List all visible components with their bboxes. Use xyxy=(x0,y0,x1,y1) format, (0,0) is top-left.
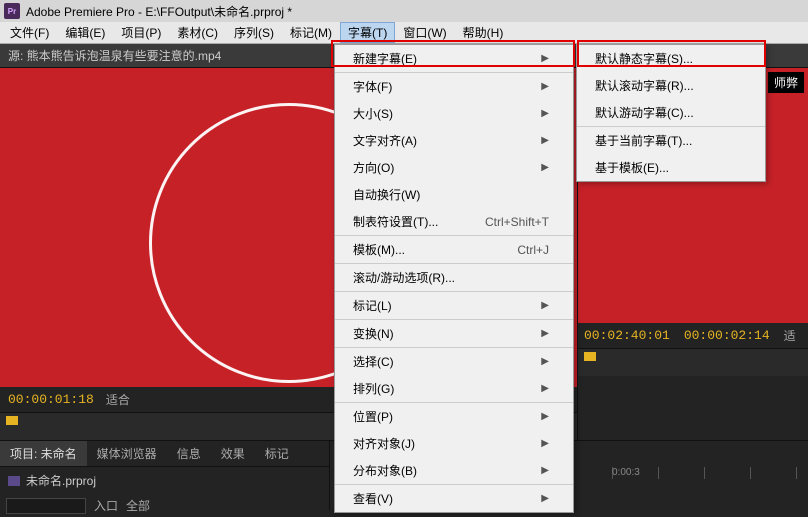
tab-info[interactable]: 信息 xyxy=(167,441,211,466)
chevron-right-icon: ▶ xyxy=(541,493,549,504)
chevron-right-icon: ▶ xyxy=(541,411,549,422)
tab-media-browser[interactable]: 媒体浏览器 xyxy=(87,441,167,466)
overlay-label: 师弊 xyxy=(768,72,804,93)
title-menu-item-7[interactable]: 模板(M)...Ctrl+J xyxy=(335,235,573,263)
project-filename: 未命名.prproj xyxy=(26,472,96,489)
title-menu-label-15: 分布对象(B) xyxy=(353,462,417,479)
tab-effects[interactable]: 效果 xyxy=(211,441,255,466)
title-menu-label-13: 位置(P) xyxy=(353,408,393,425)
chevron-right-icon: ▶ xyxy=(541,300,549,311)
title-menu-dropdown: 新建字幕(E) ▶ 字体(F) ▶ 大小(S) ▶ 文字对齐(A) ▶ 方向(O) ▶ 自动换行(W… xyxy=(334,44,574,513)
title-menu-label-8: 滚动/游动选项(R)... xyxy=(353,269,455,286)
menu-edit[interactable]: 编辑(E) xyxy=(57,22,113,43)
title-bar: Pr Adobe Premiere Pro - E:\FFOutput\未命名.… xyxy=(0,0,808,22)
chevron-right-icon: ▶ xyxy=(541,162,549,173)
window-title: Adobe Premiere Pro - E:\FFOutput\未命名.prp… xyxy=(26,3,292,20)
title-menu-item-6[interactable]: 制表符设置(T)...Ctrl+Shift+T xyxy=(335,208,573,235)
title-menu-item-13[interactable]: 位置(P) ▶ xyxy=(335,402,573,430)
premiere-icon: Pr xyxy=(4,3,20,19)
project-tabs: 项目: 未命名 媒体浏览器 信息 效果 标记 xyxy=(0,441,329,467)
title-menu-label-9: 标记(L) xyxy=(353,297,392,314)
menu-marker[interactable]: 标记(M) xyxy=(282,22,340,43)
menu-title[interactable]: 字幕(T) xyxy=(340,22,395,43)
new-title-label-3: 基于当前字幕(T)... xyxy=(595,132,692,149)
chevron-right-icon: ▶ xyxy=(541,135,549,146)
title-menu-item-14[interactable]: 对齐对象(J) ▶ xyxy=(335,430,573,457)
menu-sequence[interactable]: 序列(S) xyxy=(226,22,282,43)
program-timeline[interactable] xyxy=(578,348,808,376)
program-timecode[interactable]: 00:02:40:01 xyxy=(584,328,670,343)
chevron-right-icon: ▶ xyxy=(541,108,549,119)
new-title-label-4: 基于模板(E)... xyxy=(595,159,669,176)
menu-clip[interactable]: 素材(C) xyxy=(169,22,226,43)
title-menu-label-6: 制表符设置(T)... xyxy=(353,213,438,230)
new-title-submenu: 默认静态字幕(S)... 默认滚动字幕(R)... 默认游动字幕(C)... 基于当前… xyxy=(576,44,766,182)
title-menu-item-2[interactable]: 大小(S) ▶ xyxy=(335,100,573,127)
title-menu-label-1: 字体(F) xyxy=(353,78,392,95)
playhead-marker[interactable] xyxy=(584,352,596,361)
entry-label: 入口 xyxy=(94,497,118,514)
title-menu-item-8[interactable]: 滚动/游动选项(R)... xyxy=(335,263,573,291)
title-menu-item-5[interactable]: 自动换行(W) xyxy=(335,181,573,208)
title-menu-label-10: 变换(N) xyxy=(353,325,394,342)
new-title-label-0: 默认静态字幕(S)... xyxy=(595,50,693,67)
chevron-right-icon: ▶ xyxy=(541,383,549,394)
title-menu-item-16[interactable]: 查看(V) ▶ xyxy=(335,484,573,512)
title-menu-label-0: 新建字幕(E) xyxy=(353,50,417,67)
new-title-item-4[interactable]: 基于模板(E)... xyxy=(577,154,765,181)
zoom-fit[interactable]: 适合 xyxy=(106,391,130,408)
title-menu-item-3[interactable]: 文字对齐(A) ▶ xyxy=(335,127,573,154)
title-menu-label-2: 大小(S) xyxy=(353,105,393,122)
chevron-right-icon: ▶ xyxy=(541,53,549,64)
new-title-item-2[interactable]: 默认游动字幕(C)... xyxy=(577,99,765,126)
search-input[interactable] xyxy=(6,498,86,514)
menu-window[interactable]: 窗口(W) xyxy=(395,22,454,43)
chevron-right-icon: ▶ xyxy=(541,328,549,339)
title-menu-label-12: 排列(G) xyxy=(353,380,394,397)
title-menu-label-16: 查看(V) xyxy=(353,490,393,507)
new-title-item-1[interactable]: 默认滚动字幕(R)... xyxy=(577,72,765,99)
title-menu-item-9[interactable]: 标记(L) ▶ xyxy=(335,291,573,319)
chevron-right-icon: ▶ xyxy=(541,465,549,476)
in-marker[interactable] xyxy=(6,416,18,425)
title-menu-label-3: 文字对齐(A) xyxy=(353,132,417,149)
new-title-item-0[interactable]: 默认静态字幕(S)... xyxy=(577,45,765,72)
new-title-label-2: 默认游动字幕(C)... xyxy=(595,104,694,121)
menu-file[interactable]: 文件(F) xyxy=(2,22,57,43)
menu-project[interactable]: 项目(P) xyxy=(113,22,169,43)
menu-help[interactable]: 帮助(H) xyxy=(455,22,512,43)
project-file-item[interactable]: 未命名.prproj xyxy=(0,467,329,494)
chevron-right-icon: ▶ xyxy=(541,438,549,449)
title-menu-label-7: 模板(M)... xyxy=(353,241,405,258)
title-menu-item-15[interactable]: 分布对象(B) ▶ xyxy=(335,457,573,484)
new-title-label-1: 默认滚动字幕(R)... xyxy=(595,77,694,94)
chevron-right-icon: ▶ xyxy=(541,81,549,92)
new-title-item-3[interactable]: 基于当前字幕(T)... xyxy=(577,126,765,154)
sequence-timecode[interactable]: 00:00:02:14 xyxy=(684,328,770,343)
entry-value[interactable]: 全部 xyxy=(126,497,150,514)
title-menu-item-1[interactable]: 字体(F) ▶ xyxy=(335,72,573,100)
title-menu-label-11: 选择(C) xyxy=(353,353,394,370)
chevron-right-icon: ▶ xyxy=(541,356,549,367)
tab-markers[interactable]: 标记 xyxy=(255,441,299,466)
title-menu-label-14: 对齐对象(J) xyxy=(353,435,415,452)
tab-project[interactable]: 项目: 未命名 xyxy=(0,441,87,466)
title-menu-label-4: 方向(O) xyxy=(353,159,394,176)
seq-fit[interactable]: 适 xyxy=(784,327,796,344)
title-menu-item-10[interactable]: 变换(N) ▶ xyxy=(335,319,573,347)
title-menu-item-0[interactable]: 新建字幕(E) ▶ xyxy=(335,45,573,72)
menu-bar: 文件(F) 编辑(E) 项目(P) 素材(C) 序列(S) 标记(M) 字幕(T… xyxy=(0,22,808,44)
title-menu-item-4[interactable]: 方向(O) ▶ xyxy=(335,154,573,181)
title-menu-item-12[interactable]: 排列(G) ▶ xyxy=(335,375,573,402)
source-timecode[interactable]: 00:00:01:18 xyxy=(8,392,94,407)
title-menu-label-5: 自动换行(W) xyxy=(353,186,420,203)
project-icon xyxy=(8,476,20,486)
title-menu-item-11[interactable]: 选择(C) ▶ xyxy=(335,347,573,375)
